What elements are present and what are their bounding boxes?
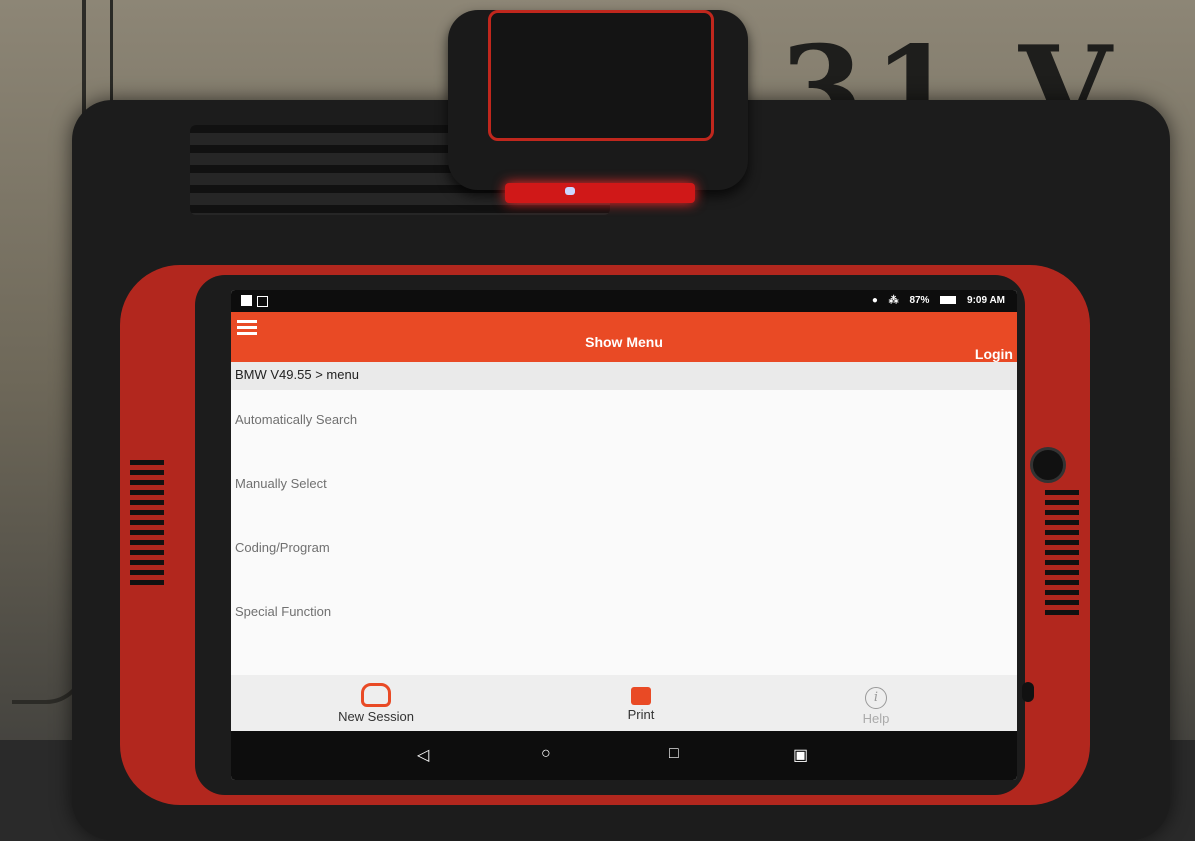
clock: 9:09 AM bbox=[967, 295, 1005, 306]
location-icon: ● bbox=[871, 295, 878, 306]
login-button[interactable]: Login bbox=[975, 346, 1013, 362]
bottom-toolbar: New Session Print i Help bbox=[231, 675, 1017, 731]
side-sensor bbox=[1022, 682, 1034, 702]
battery-percent: 87% bbox=[909, 295, 930, 306]
right-speaker-grille bbox=[1045, 490, 1079, 620]
print-button[interactable]: Print bbox=[571, 687, 711, 722]
battery-icon bbox=[940, 296, 957, 305]
new-session-label: New Session bbox=[338, 709, 414, 724]
dongle-light bbox=[505, 183, 695, 203]
recent-apps-icon[interactable]: □ bbox=[669, 745, 679, 763]
screenshot-notification-icon bbox=[257, 296, 268, 307]
notification-icon bbox=[241, 295, 252, 306]
function-menu: Automatically Search Manually Select Cod… bbox=[231, 390, 1017, 646]
car-icon bbox=[361, 683, 391, 707]
app-bar: Show Menu Login bbox=[231, 312, 1017, 362]
help-label: Help bbox=[862, 711, 890, 726]
help-button[interactable]: i Help bbox=[806, 687, 946, 726]
back-icon[interactable]: ◁ bbox=[417, 745, 429, 765]
menu-item-automatically-search[interactable]: Automatically Search bbox=[231, 390, 1017, 454]
dongle-face bbox=[488, 10, 714, 141]
screenshot-icon[interactable]: ▣ bbox=[793, 745, 808, 765]
camera-lens bbox=[1030, 447, 1066, 483]
print-label: Print bbox=[627, 707, 655, 722]
bluetooth-icon: ⁂ bbox=[888, 295, 899, 306]
page-title: Show Menu bbox=[585, 334, 663, 350]
breadcrumb: BMW V49.55 > menu bbox=[231, 362, 1017, 390]
menu-item-manually-select[interactable]: Manually Select bbox=[231, 454, 1017, 518]
home-icon[interactable]: ○ bbox=[541, 745, 551, 763]
printer-icon bbox=[631, 687, 651, 705]
android-nav-bar: ◁ ○ □ ▣ bbox=[231, 731, 1017, 780]
menu-item-special-function[interactable]: Special Function bbox=[231, 582, 1017, 646]
status-bar: ● ⁂ 87% 9:09 AM bbox=[231, 290, 1017, 312]
status-indicators: ● ⁂ 87% 9:09 AM bbox=[864, 295, 1005, 306]
dongle-led bbox=[565, 187, 575, 195]
info-icon: i bbox=[865, 687, 887, 709]
device-screen: ● ⁂ 87% 9:09 AM Show Menu Login BMW V49.… bbox=[231, 290, 1017, 780]
new-session-button[interactable]: New Session bbox=[306, 683, 446, 724]
menu-item-coding-program[interactable]: Coding/Program bbox=[231, 518, 1017, 582]
left-speaker-grille bbox=[130, 460, 164, 590]
